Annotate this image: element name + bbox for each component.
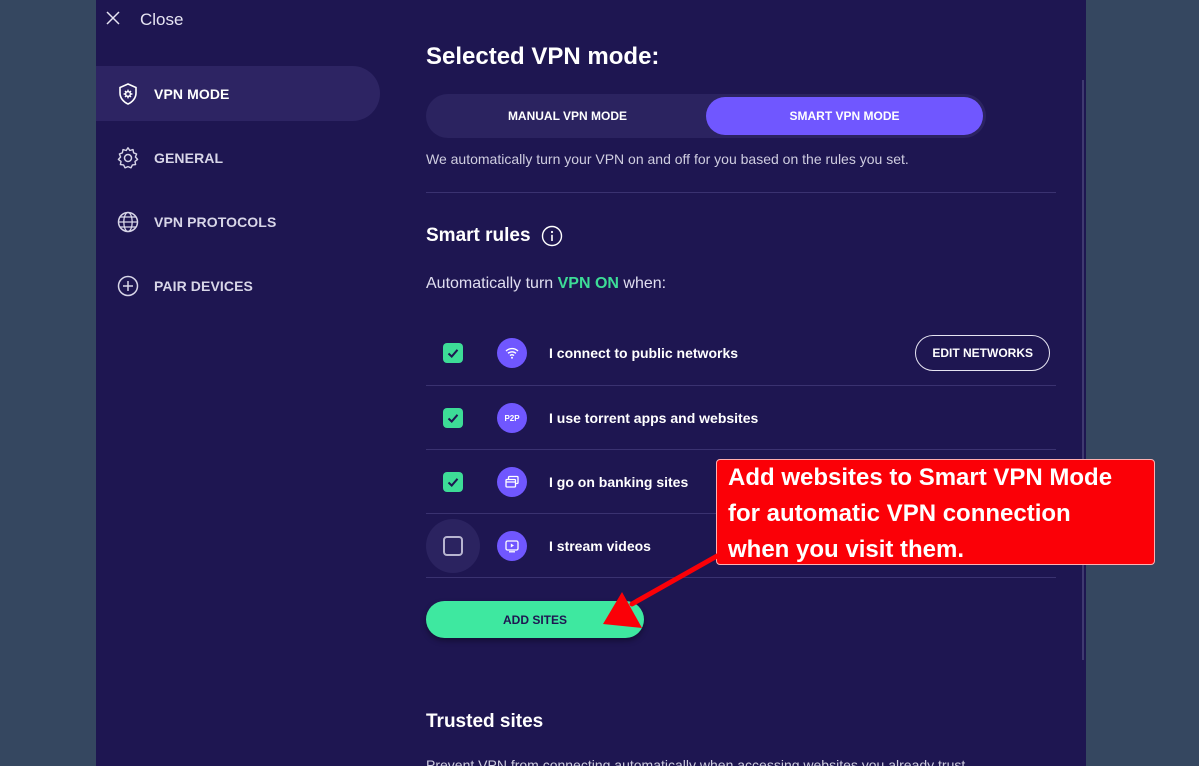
checkbox-checked-icon [443, 343, 463, 363]
checkbox-unchecked-icon [443, 536, 463, 556]
public-wifi-icon [497, 338, 527, 368]
divider [426, 577, 1056, 578]
trusted-sites-heading: Trusted sites [426, 711, 544, 732]
sidebar-item-label: PAIR DEVICES [154, 277, 253, 294]
sidebar: VPN MODE GENERAL VPN PROTOCOLS PAIR DEVI… [96, 66, 380, 322]
smart-rules-title: Smart rules [426, 225, 531, 246]
smart-rules-heading: Smart rules [426, 225, 563, 247]
annotation-line: for automatic VPN connection [728, 500, 1071, 527]
sidebar-item-label: VPN PROTOCOLS [154, 213, 277, 230]
sidebar-item-label: VPN MODE [154, 85, 230, 102]
close-label: Close [140, 10, 184, 29]
rule-checkbox[interactable] [426, 326, 480, 380]
globe-icon [116, 210, 140, 234]
close-icon [106, 10, 124, 30]
annotation-callout: Add websites to Smart VPN Mode for autom… [716, 459, 1155, 565]
edit-networks-button[interactable]: EDIT NETWORKS [915, 335, 1050, 371]
shield-gear-icon [116, 82, 140, 106]
rule-label: I connect to public networks [549, 345, 739, 361]
vpn-mode-toggle: MANUAL VPN MODE SMART VPN MODE [426, 94, 986, 138]
rule-label: I go on banking sites [549, 474, 689, 490]
sidebar-item-label: GENERAL [154, 149, 224, 166]
smart-vpn-mode-option[interactable]: SMART VPN MODE [706, 97, 983, 135]
rule-checkbox[interactable] [426, 391, 480, 445]
manual-vpn-mode-option[interactable]: MANUAL VPN MODE [429, 97, 706, 135]
rule-checkbox[interactable] [426, 455, 480, 509]
bank-card-icon [497, 467, 527, 497]
rule-row-torrent: P2P I use torrent apps and websites [426, 386, 1056, 450]
rule-label: I stream videos [549, 538, 651, 554]
rule-row-public-networks: I connect to public networks EDIT NETWOR… [426, 321, 1056, 385]
trusted-sites-description: Prevent VPN from connecting automaticall… [426, 757, 970, 766]
checkbox-checked-icon [443, 472, 463, 492]
sidebar-item-general[interactable]: GENERAL [96, 130, 380, 185]
info-icon[interactable] [541, 225, 563, 247]
gear-icon [116, 146, 140, 170]
rule-label: I use torrent apps and websites [549, 410, 759, 426]
checkbox-checked-icon [443, 408, 463, 428]
close-button[interactable]: Close [106, 10, 183, 30]
p2p-icon: P2P [497, 403, 527, 433]
sidebar-item-pair-devices[interactable]: PAIR DEVICES [96, 258, 380, 313]
plus-circle-icon [116, 274, 140, 298]
sidebar-item-vpn-protocols[interactable]: VPN PROTOCOLS [96, 194, 380, 249]
scrollbar[interactable] [1082, 80, 1084, 660]
mode-description: We automatically turn your VPN on and of… [426, 151, 909, 167]
rules-intro-suffix: when: [618, 275, 667, 292]
annotation-line: when you visit them. [728, 536, 965, 563]
settings-panel: Close VPN MODE GENERAL VPN PROTOCOLS PAI… [96, 0, 1086, 766]
page-title: Selected VPN mode: [426, 43, 660, 70]
rules-intro-prefix: Automatically turn [426, 275, 558, 292]
video-play-icon [497, 531, 527, 561]
add-sites-button[interactable]: ADD SITES [426, 601, 644, 638]
sidebar-item-vpn-mode[interactable]: VPN MODE [96, 66, 380, 121]
rule-checkbox[interactable] [426, 519, 480, 573]
divider [426, 192, 1056, 193]
annotation-line: Add websites to Smart VPN Mode [728, 464, 1113, 491]
rules-intro: Automatically turn VPN ON when: [426, 275, 666, 293]
vpn-on-highlight: VPN ON [557, 275, 619, 292]
